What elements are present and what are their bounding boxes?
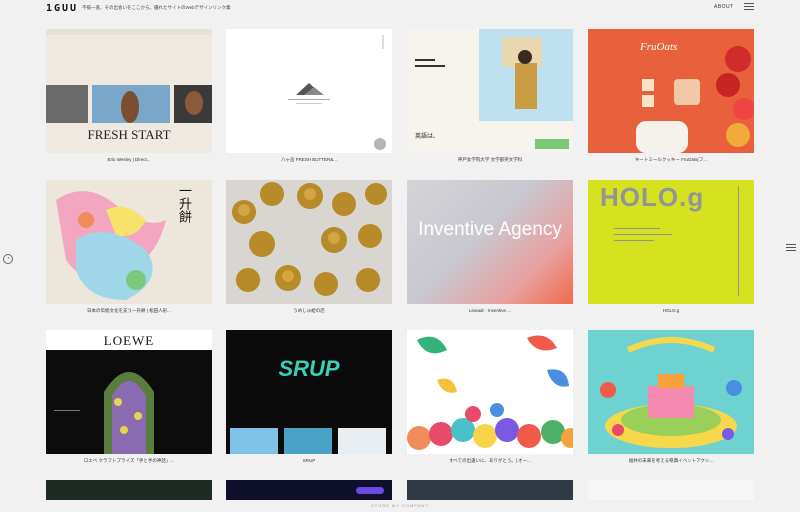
site-thumbnail[interactable] — [226, 480, 392, 500]
site-thumbnail[interactable]: LOEWE — [46, 330, 212, 454]
site-thumbnail[interactable] — [46, 480, 212, 500]
site-caption[interactable]: Lineadr · Inventive ... — [407, 308, 573, 313]
site-card[interactable]: FRESH START Erlo Wesley | Direct... — [46, 29, 212, 162]
site-caption[interactable]: SRUP — [226, 458, 392, 463]
thumb-headline: Inventive Agency — [418, 219, 562, 240]
site-caption[interactable]: 福井の未来を考える祭典イベントアクシ... — [588, 458, 754, 464]
site-card[interactable]: SRUP SRUP — [226, 330, 392, 463]
thumb-headline: 英語は、 — [415, 134, 440, 140]
site-thumbnail[interactable]: 一升餅 — [46, 180, 212, 304]
site-card[interactable]: 八ヶ岳 FRESH BUTTER&... — [226, 29, 392, 162]
site-thumbnail[interactable]: FruOats — [588, 29, 754, 153]
site-card[interactable]: 福井の未来を考える祭典イベントアクシ... — [588, 330, 754, 463]
site-card[interactable] — [46, 480, 212, 500]
site-thumbnail[interactable] — [226, 180, 392, 304]
menu-icon[interactable] — [744, 3, 754, 12]
site-card[interactable] — [407, 480, 573, 500]
site-caption[interactable]: Erlo Wesley | Direct... — [46, 157, 212, 162]
site-card[interactable]: すべての出逢いに、ありがとう。| オー... — [407, 330, 573, 463]
site-thumbnail[interactable] — [588, 330, 754, 454]
site-thumbnail[interactable]: HOLO.g — [588, 180, 754, 304]
settings-icon[interactable]: ◔ — [3, 254, 13, 264]
site-card[interactable]: 一升餅 日本の伝統文化を支う一升餅 | 松田人形... — [46, 180, 212, 313]
site-tagline: 不揃一進、その出会いをここから。優れたサイトのWebデザインリンク集 — [82, 5, 231, 10]
site-card[interactable]: LOEWE ロエベ クラフトプライズ「手と手の神話」... — [46, 330, 212, 463]
hamburger-icon[interactable] — [786, 244, 796, 252]
thumb-headline: FruOats — [640, 41, 678, 53]
site-caption[interactable]: 日本の伝統文化を支う一升餅 | 松田人形... — [46, 308, 212, 314]
site-thumbnail[interactable]: FRESH START — [46, 29, 212, 153]
site-card[interactable] — [226, 480, 392, 500]
site-header: 1GUU 不揃一進、その出会いをここから。優れたサイトのWebデザインリンク集 … — [0, 0, 800, 18]
site-thumbnail[interactable]: 英語は、 — [407, 29, 573, 153]
site-card[interactable]: HOLO.g HOLO.g — [588, 180, 754, 313]
site-caption[interactable]: ロエベ クラフトプライズ「手と手の神話」... — [46, 458, 212, 464]
site-logo[interactable]: 1GUU — [46, 3, 78, 14]
site-card[interactable]: Inventive Agency Lineadr · Inventive ... — [407, 180, 573, 313]
site-thumbnail[interactable] — [407, 330, 573, 454]
site-thumbnail[interactable] — [588, 480, 754, 500]
about-link[interactable]: ABOUT — [714, 4, 734, 10]
site-thumbnail[interactable] — [407, 480, 573, 500]
site-thumbnail[interactable]: SRUP — [226, 330, 392, 454]
site-card[interactable]: FruOats キートミールクッキー FruOats(フ... — [588, 29, 754, 162]
site-caption[interactable]: キートミールクッキー FruOats(フ... — [588, 157, 754, 163]
site-caption[interactable]: 八ヶ岳 FRESH BUTTER&... — [226, 157, 392, 163]
thumb-headline: 一升餅 — [177, 184, 192, 223]
site-thumbnail[interactable] — [226, 29, 392, 153]
site-thumbnail[interactable]: Inventive Agency — [407, 180, 573, 304]
site-card[interactable]: うめしゅ絵の店 — [226, 180, 392, 313]
site-caption[interactable]: うめしゅ絵の店 — [226, 308, 392, 314]
site-caption[interactable]: 神戸女学院大学 文学部英文学科 — [407, 157, 573, 163]
site-caption[interactable]: すべての出逢いに、ありがとう。| オー... — [407, 458, 573, 464]
site-caption[interactable]: HOLO.g — [588, 308, 754, 313]
footer-text: STORE MY COMPANY — [371, 503, 429, 508]
site-card[interactable]: 英語は、 神戸女学院大学 文学部英文学科 — [407, 29, 573, 162]
thumb-headline: FRESH START — [87, 127, 171, 142]
site-card[interactable] — [588, 480, 754, 500]
